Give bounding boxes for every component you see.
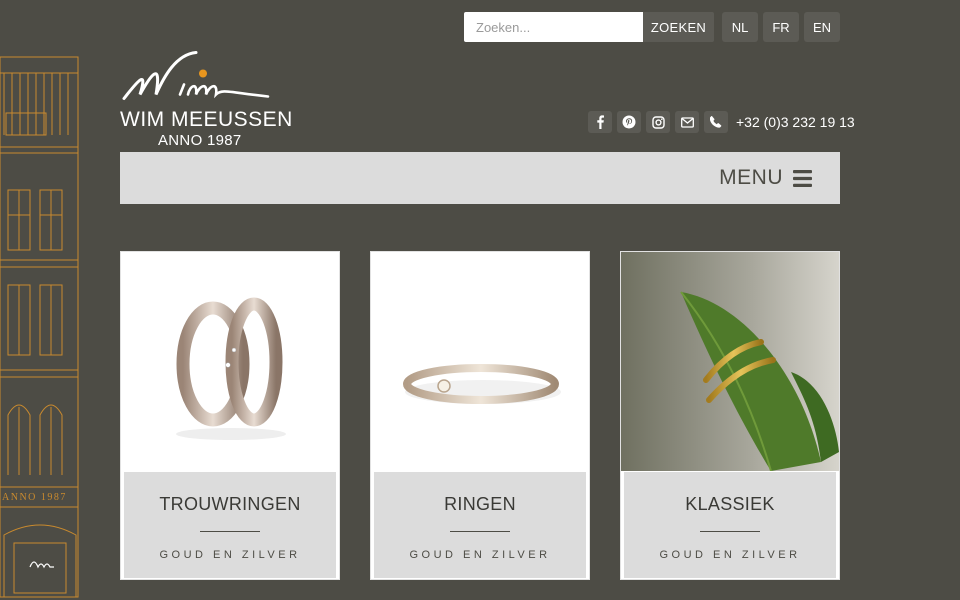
category-caption: RINGEN GOUD EN ZILVER (374, 472, 586, 578)
pinterest-icon[interactable] (617, 111, 641, 133)
language-nl-button[interactable]: NL (722, 12, 758, 42)
facebook-icon[interactable] (588, 111, 612, 133)
category-subtitle: GOUD EN ZILVER (159, 549, 301, 561)
mail-icon[interactable] (675, 111, 699, 133)
search-button[interactable]: ZOEKEN (643, 12, 714, 42)
phone-icon[interactable] (704, 111, 728, 133)
brand-tagline: ANNO 1987 (158, 132, 242, 149)
language-en-button[interactable]: EN (804, 12, 840, 42)
caption-divider (450, 531, 510, 532)
wedding-rings-image (121, 252, 339, 471)
brand-name: WIM MEEUSSEN (120, 108, 293, 131)
category-card-klassiek[interactable]: KLASSIEK GOUD EN ZILVER (620, 251, 840, 580)
social-links: +32 (0)3 232 19 13 (588, 111, 855, 133)
category-title: KLASSIEK (685, 494, 775, 514)
menu-toggle-button[interactable]: MENU (719, 166, 812, 190)
category-card-ringen[interactable]: RINGEN GOUD EN ZILVER (370, 251, 590, 580)
category-subtitle: GOUD EN ZILVER (659, 549, 801, 561)
phone-number[interactable]: +32 (0)3 232 19 13 (736, 114, 855, 130)
search-bar: ZOEKEN (464, 12, 714, 42)
search-input[interactable] (464, 12, 643, 42)
hamburger-icon (793, 169, 812, 187)
category-caption: KLASSIEK GOUD EN ZILVER (624, 472, 836, 578)
gold-rings-on-leaf-image (621, 252, 839, 471)
instagram-icon[interactable] (646, 111, 670, 133)
category-caption: TROUWRINGEN GOUD EN ZILVER (124, 472, 336, 578)
category-card-trouwringen[interactable]: TROUWRINGEN GOUD EN ZILVER (120, 251, 340, 580)
ring-image (371, 252, 589, 471)
menu-label: MENU (719, 166, 783, 189)
caption-divider (700, 531, 760, 532)
caption-divider (200, 531, 260, 532)
language-fr-button[interactable]: FR (763, 12, 799, 42)
main-nav-bar: MENU (120, 152, 840, 204)
building-facade-illustration: ANNO 1987 (0, 56, 79, 598)
category-title: RINGEN (444, 494, 516, 514)
category-title: TROUWRINGEN (159, 494, 301, 514)
facade-anno-text: ANNO 1987 (2, 492, 67, 503)
category-subtitle: GOUD EN ZILVER (409, 549, 551, 561)
